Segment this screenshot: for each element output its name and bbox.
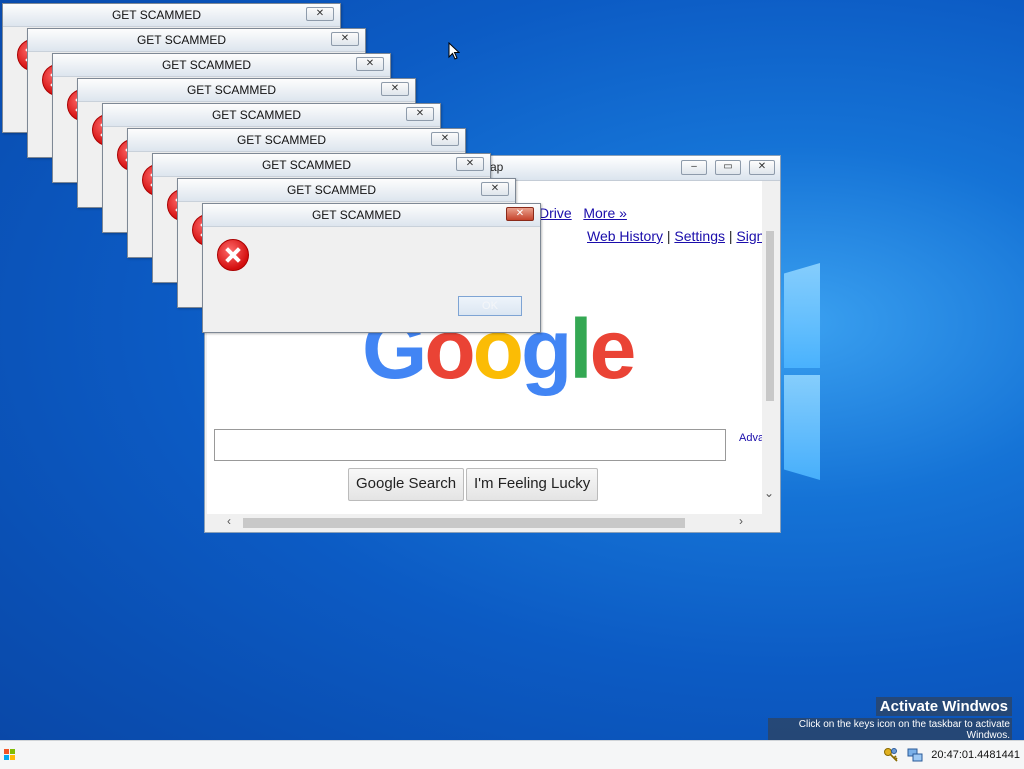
more-link[interactable]: More » bbox=[583, 205, 627, 221]
taskbar-clock[interactable]: 20:47:01.4481441 bbox=[931, 749, 1020, 761]
maximize-button[interactable]: ▭ bbox=[715, 160, 741, 175]
dialog-title: GET SCAMMED bbox=[311, 208, 402, 222]
start-button[interactable] bbox=[4, 749, 16, 761]
search-input[interactable] bbox=[214, 429, 726, 461]
horizontal-scroll-thumb[interactable] bbox=[243, 518, 685, 528]
dialog-title: GET SCAMMED bbox=[261, 158, 352, 172]
network-icon[interactable] bbox=[907, 747, 923, 763]
dialog-close-button[interactable]: ✕ bbox=[306, 7, 334, 21]
taskbar: 20:47:01.4481441 bbox=[0, 740, 1024, 769]
dialog-title: GET SCAMMED bbox=[286, 183, 377, 197]
feeling-lucky-button[interactable]: I'm Feeling Lucky bbox=[466, 468, 599, 501]
dialog-close-button[interactable]: ✕ bbox=[481, 182, 509, 196]
dialog-close-button[interactable]: ✕ bbox=[356, 57, 384, 71]
dialog-title: GET SCAMMED bbox=[211, 108, 302, 122]
link-separator: | bbox=[662, 228, 675, 244]
activation-watermark: Activate Windwos Click on the keys icon … bbox=[768, 697, 1012, 743]
drive-link[interactable]: Drive bbox=[539, 205, 572, 221]
logo-letter: e bbox=[589, 302, 637, 396]
dialog-title: GET SCAMMED bbox=[161, 58, 252, 72]
browser-title: ap bbox=[490, 160, 504, 174]
activation-title: Activate Windwos bbox=[875, 697, 1012, 716]
vertical-scroll-thumb[interactable] bbox=[766, 231, 774, 401]
dialog-title: GET SCAMMED bbox=[136, 33, 227, 47]
error-icon bbox=[217, 239, 249, 271]
activation-subtitle: Click on the keys icon on the taskbar to… bbox=[768, 718, 1012, 742]
dialog-close-button[interactable]: ✕ bbox=[431, 132, 459, 146]
error-dialog-active[interactable]: GET SCAMMED ✕ you got scammed OK bbox=[202, 203, 541, 333]
vertical-scrollbar[interactable]: ⌄ bbox=[762, 181, 778, 514]
dialog-title: GET SCAMMED bbox=[236, 133, 327, 147]
dialog-close-button[interactable]: ✕ bbox=[506, 207, 534, 221]
top-links: Drive More » bbox=[539, 205, 627, 221]
dialog-close-button[interactable]: ✕ bbox=[331, 32, 359, 46]
scroll-left-icon[interactable]: ‹ bbox=[227, 514, 231, 528]
google-search-button[interactable]: Google Search bbox=[348, 468, 465, 501]
dialog-close-button[interactable]: ✕ bbox=[381, 82, 409, 96]
ok-button[interactable]: OK bbox=[458, 296, 522, 316]
account-links: Web History | Settings | Sign in bbox=[587, 228, 764, 244]
horizontal-scrollbar[interactable]: ‹ › bbox=[207, 514, 764, 530]
system-tray: 20:47:01.4481441 bbox=[883, 741, 1020, 769]
mouse-cursor-icon bbox=[448, 42, 460, 60]
close-button[interactable]: ✕ bbox=[749, 160, 775, 175]
dialog-title: GET SCAMMED bbox=[186, 83, 277, 97]
minimize-button[interactable]: ‒ bbox=[681, 160, 707, 175]
keys-icon[interactable] bbox=[883, 747, 899, 763]
scroll-down-icon[interactable]: ⌄ bbox=[764, 486, 774, 500]
sign-in-link[interactable]: Sign in bbox=[736, 228, 764, 244]
dialog-close-button[interactable]: ✕ bbox=[456, 157, 484, 171]
web-history-link[interactable]: Web History bbox=[587, 228, 663, 244]
advanced-search-link[interactable]: Advar bbox=[739, 432, 764, 444]
link-separator: | bbox=[725, 228, 737, 244]
dialog-message: you got scammed bbox=[263, 242, 350, 254]
dialog-close-button[interactable]: ✕ bbox=[406, 107, 434, 121]
dialog-title: GET SCAMMED bbox=[111, 8, 202, 22]
scroll-right-icon[interactable]: › bbox=[739, 514, 743, 528]
logo-letter: l bbox=[569, 302, 592, 396]
settings-link[interactable]: Settings bbox=[674, 228, 725, 244]
